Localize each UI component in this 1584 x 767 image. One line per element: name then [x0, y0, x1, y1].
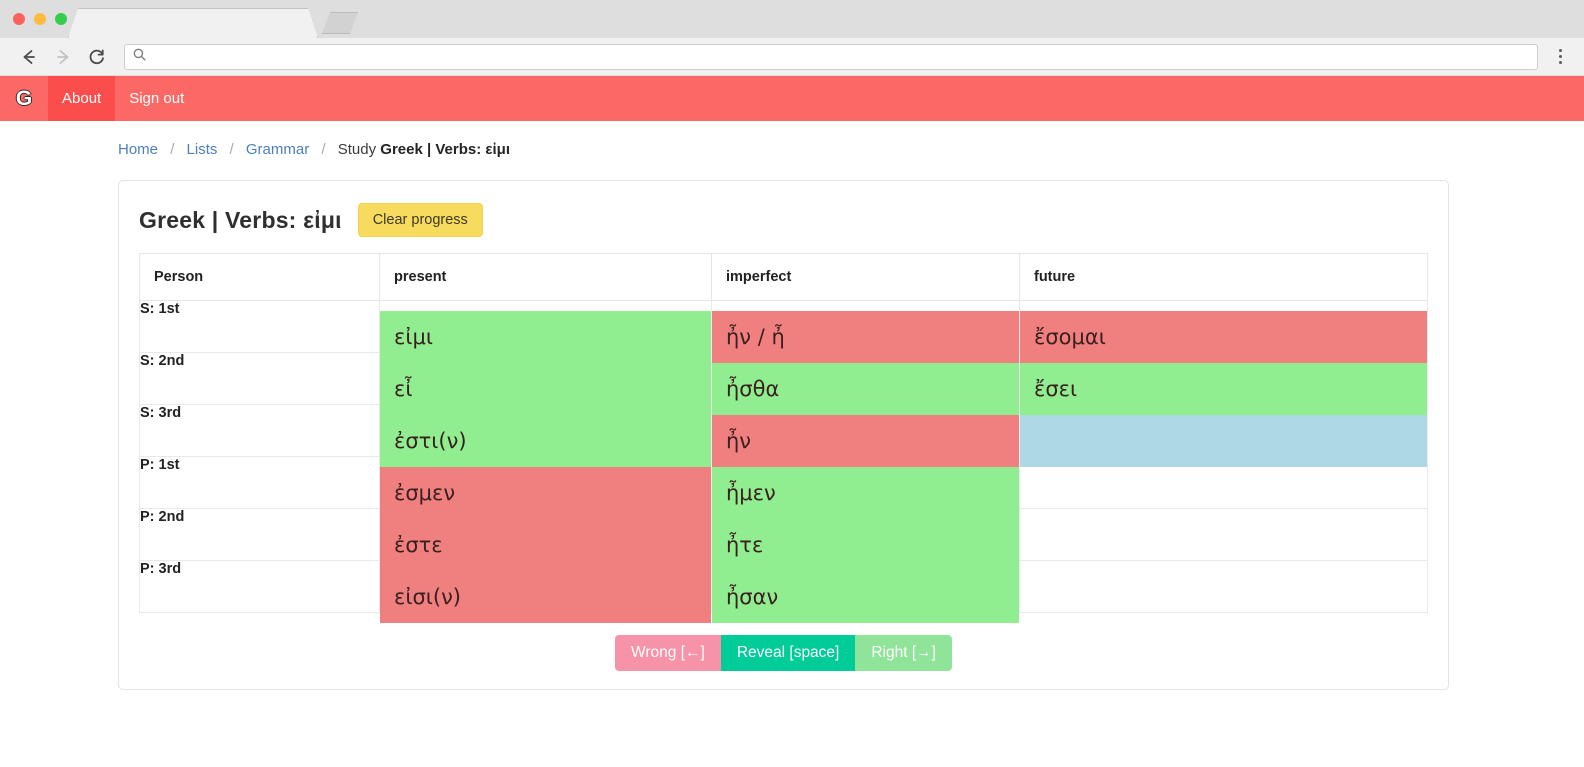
site-logo[interactable]: G: [0, 76, 48, 121]
close-window-button[interactable]: [13, 13, 25, 25]
nav-link-about[interactable]: About: [48, 76, 116, 121]
row-person-label: S: 3rd: [139, 404, 380, 457]
breadcrumb-item-grammar[interactable]: Grammar: [246, 141, 309, 158]
cell-present[interactable]: ἐστε: [379, 508, 712, 571]
cell-imperfect[interactable]: ἦμεν: [711, 456, 1020, 519]
breadcrumb-item-lists[interactable]: Lists: [187, 141, 218, 158]
table-row: S: 2nd εἶ ἦσθα ἔσει: [139, 352, 1428, 415]
table-head: Person present imperfect future: [139, 253, 1428, 301]
row-person-label: S: 2nd: [139, 352, 380, 405]
browser-tab[interactable]: [68, 8, 318, 38]
table-row: P: 3rd εἰσι(ν) ἦσαν: [139, 560, 1428, 623]
table-row: S: 1st εἰμι ἦν / ἦ ἔσομαι: [139, 300, 1428, 363]
browser-tabstrip: [0, 0, 1584, 38]
breadcrumb: Home / Lists / Grammar / Study Greek | V…: [0, 121, 1584, 158]
nav-link-sign-out[interactable]: Sign out: [115, 76, 198, 121]
cell-imperfect[interactable]: ἦσαν: [711, 560, 1020, 623]
address-bar-input[interactable]: [152, 45, 1529, 68]
column-header-imperfect: imperfect: [711, 253, 1020, 301]
study-controls: Wrong [←] Reveal [space] Right [→]: [139, 635, 1428, 671]
minimize-window-button[interactable]: [34, 13, 46, 25]
kebab-menu-icon[interactable]: [1548, 42, 1572, 72]
breadcrumb-separator: /: [229, 141, 234, 158]
new-tab-button[interactable]: [322, 12, 358, 34]
cell-imperfect[interactable]: ἦν / ἦ: [711, 300, 1020, 363]
cell-future[interactable]: [1019, 456, 1428, 509]
column-header-future: future: [1019, 253, 1428, 301]
cell-imperfect[interactable]: ἦτε: [711, 508, 1020, 571]
cell-present[interactable]: ἐστι(ν): [379, 404, 712, 467]
row-person-label: S: 1st: [139, 300, 380, 353]
maximize-window-button[interactable]: [55, 13, 67, 25]
table-body: S: 1st εἰμι ἦν / ἦ ἔσομαι S: 2nd εἶ ἦσθα…: [139, 300, 1428, 623]
table-row: P: 1st ἐσμεν ἦμεν: [139, 456, 1428, 519]
cell-present[interactable]: εἶ: [379, 352, 712, 415]
cell-value: [1020, 571, 1427, 623]
breadcrumb-separator: /: [321, 141, 326, 158]
cell-present[interactable]: εἰμι: [379, 300, 712, 363]
row-person-label: P: 1st: [139, 456, 380, 509]
page-content: G About Sign out Home / Lists / Grammar …: [0, 76, 1584, 767]
table-row: S: 3rd ἐστι(ν) ἦν: [139, 404, 1428, 467]
cell-future[interactable]: ἔσομαι: [1019, 300, 1428, 363]
cell-imperfect[interactable]: ἦν: [711, 404, 1020, 467]
row-person-label: P: 3rd: [139, 560, 380, 613]
column-header-present: present: [379, 253, 712, 301]
conjugation-table: Person present imperfect future S: 1st ε…: [139, 253, 1428, 623]
cell-future[interactable]: [1019, 508, 1428, 561]
row-person-label: P: 2nd: [139, 508, 380, 561]
page-title: Greek | Verbs: εἰμι: [139, 206, 342, 233]
breadcrumb-current-title: Greek | Verbs: εἰμι: [380, 141, 511, 158]
reveal-button[interactable]: Reveal [space]: [720, 635, 856, 671]
cell-present[interactable]: ἐσμεν: [379, 456, 712, 519]
column-header-person: Person: [139, 253, 380, 301]
cell-present[interactable]: εἰσι(ν): [379, 560, 712, 623]
cell-value: εἰσι(ν): [380, 571, 711, 623]
browser-toolbar: [0, 38, 1584, 76]
site-navbar: G About Sign out: [0, 76, 1584, 121]
cell-future[interactable]: [1019, 560, 1428, 613]
study-card: Greek | Verbs: εἰμι Clear progress Perso…: [118, 180, 1449, 690]
table-row: P: 2nd ἐστε ἦτε: [139, 508, 1428, 571]
search-icon: [133, 48, 146, 66]
clear-progress-button[interactable]: Clear progress: [357, 203, 483, 237]
table-header-row: Person present imperfect future: [139, 253, 1428, 301]
right-button[interactable]: Right [→]: [855, 635, 952, 671]
breadcrumb-current-prefix: Study: [337, 141, 377, 158]
browser-window: G About Sign out Home / Lists / Grammar …: [0, 0, 1584, 767]
cell-future-active[interactable]: [1019, 404, 1428, 467]
reload-icon[interactable]: [80, 42, 114, 72]
breadcrumb-separator: /: [170, 141, 175, 158]
breadcrumb-item-home[interactable]: Home: [118, 141, 158, 158]
card-header: Greek | Verbs: εἰμι Clear progress: [139, 199, 1428, 253]
forward-arrow-icon: [46, 42, 80, 72]
cell-value: ἦσαν: [712, 571, 1019, 623]
cell-imperfect[interactable]: ἦσθα: [711, 352, 1020, 415]
window-traffic-lights: [13, 13, 67, 25]
wrong-button[interactable]: Wrong [←]: [615, 635, 721, 671]
back-arrow-icon[interactable]: [12, 42, 46, 72]
address-bar[interactable]: [124, 43, 1538, 70]
cell-future[interactable]: ἔσει: [1019, 352, 1428, 415]
